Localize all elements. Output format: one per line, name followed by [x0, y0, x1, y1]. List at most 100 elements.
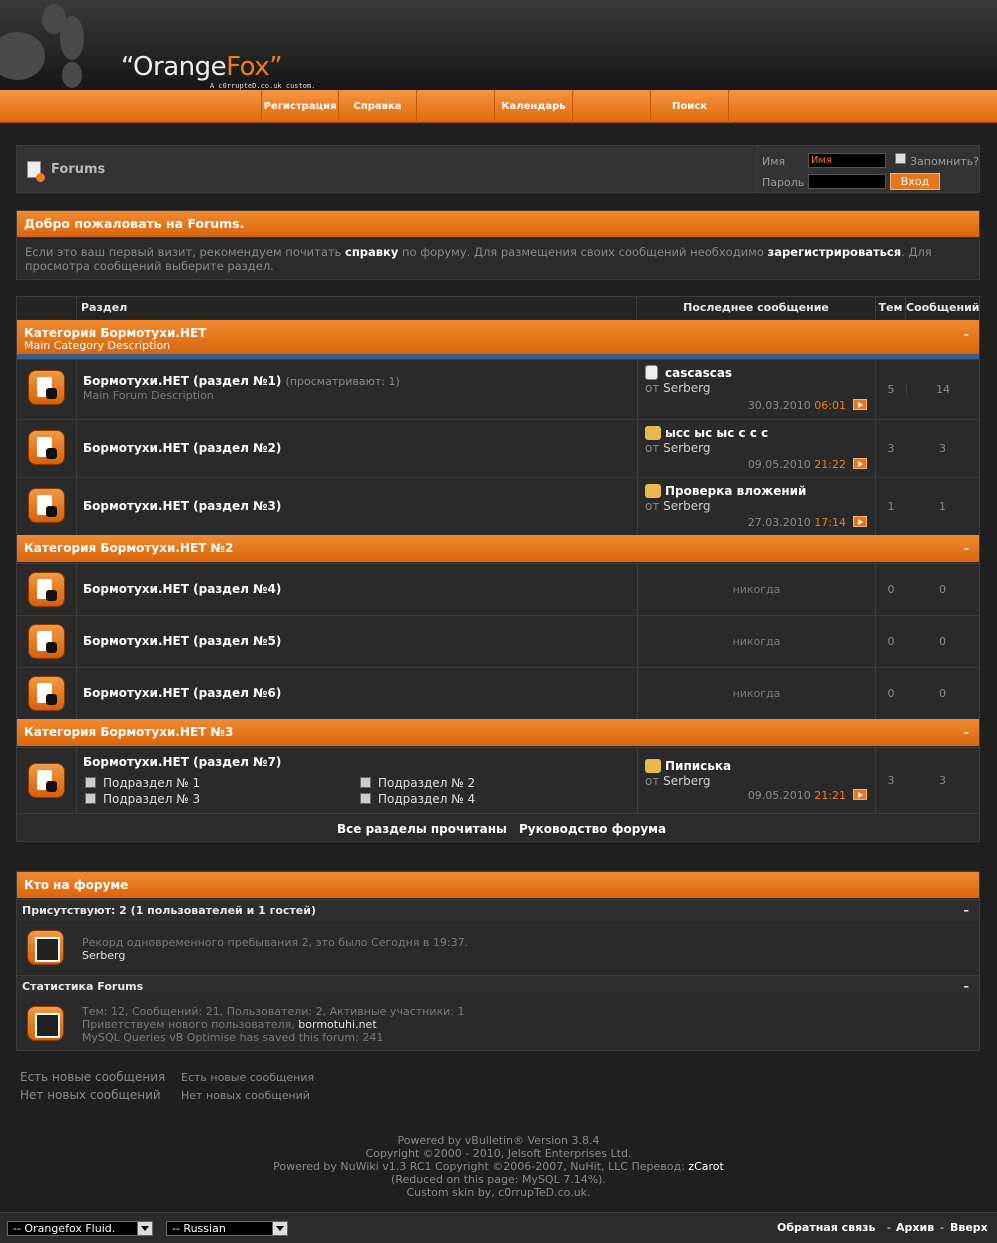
last-post-title[interactable]: Пиписька — [665, 759, 731, 773]
nav-register[interactable]: Регистрация — [261, 90, 339, 123]
category-header[interactable]: Категория Бормотухи.НЕТ Main Category De… — [17, 320, 979, 354]
legend-no-new-posts: Нет новых сообщений — [20, 1088, 161, 1102]
last-post-cell: ысс ыс ыс с с с от Serberg 09.05.2010 21… — [637, 420, 876, 477]
site-logo[interactable]: “OrangeFox” — [121, 52, 283, 82]
welcome-box: Добро пожаловать на Forums. Если это ваш… — [16, 210, 980, 280]
last-post-author[interactable]: Serberg — [663, 499, 710, 513]
last-post-author[interactable]: Serberg — [663, 774, 710, 788]
forum-thread-count: 0 — [887, 635, 895, 648]
subforum-link[interactable]: Подраздел № 2 — [360, 776, 475, 790]
last-post-title[interactable]: Проверка вложений — [665, 484, 806, 498]
category-description: Main Category Description — [24, 339, 171, 352]
navbar: Регистрация Справка Календарь Поиск — [0, 90, 997, 123]
username-input[interactable]: Имя — [808, 153, 886, 168]
by-prefix: от — [645, 499, 660, 513]
forum-row: Бормотухи.НЕТ (раздел №6) никогда 0 0 — [17, 667, 979, 719]
forum-title[interactable]: Бормотухи.НЕТ (раздел №5) — [83, 634, 281, 648]
translator-link[interactable]: zCarot — [688, 1160, 724, 1173]
category-title[interactable]: Категория Бормотухи.НЕТ №2 — [24, 541, 233, 555]
last-post-cell: cascascas от Serberg 30.03.2010 06:01 — [637, 360, 876, 418]
last-post-author[interactable]: Serberg — [663, 381, 710, 395]
forum-title[interactable]: Бормотухи.НЕТ (раздел №1) (просматривают… — [83, 374, 400, 388]
password-input[interactable] — [808, 174, 886, 189]
forum-title[interactable]: Бормотухи.НЕТ (раздел №7) — [83, 755, 281, 769]
forum-post-count: 1 — [939, 500, 946, 513]
mark-read-link[interactable]: Все разделы прочитаны — [337, 822, 507, 836]
forum-leaders-link[interactable]: Руководство форума — [519, 822, 666, 836]
legend-new-posts: Есть новые сообщения — [20, 1070, 166, 1084]
forum-home-icon — [27, 161, 45, 182]
register-link[interactable]: зарегистрироваться — [768, 245, 902, 259]
table-header-icon — [17, 297, 77, 319]
remember-label: Запомнить? — [910, 155, 980, 168]
forum-title[interactable]: Бормотухи.НЕТ (раздел №4) — [83, 582, 281, 596]
category-header[interactable]: Категория Бормотухи.НЕТ №2 – — [17, 535, 979, 562]
paw-toe-icon — [62, 62, 82, 88]
forum-title[interactable]: Бормотухи.НЕТ (раздел №6) — [83, 686, 281, 700]
forum-status-icon — [28, 430, 65, 465]
collapse-icon[interactable]: – — [964, 900, 970, 922]
chevron-down-icon[interactable] — [272, 1222, 287, 1235]
forum-post-count: 3 — [939, 442, 946, 455]
forum-row: Бормотухи.НЕТ (раздел №4) никогда 0 0 — [17, 563, 979, 615]
goto-last-post-icon[interactable] — [853, 399, 867, 410]
forum-title[interactable]: Бормотухи.НЕТ (раздел №2) — [83, 441, 281, 455]
last-post-never: никогда — [637, 564, 876, 615]
remember-checkbox[interactable] — [895, 153, 906, 164]
last-post-author[interactable]: Serberg — [663, 441, 710, 455]
forum-status-icon — [28, 572, 65, 607]
forum-title[interactable]: Бормотухи.НЕТ (раздел №3) — [83, 499, 281, 513]
login-button[interactable]: Вход — [890, 173, 940, 190]
nav-help[interactable]: Справка — [339, 90, 417, 123]
style-select[interactable]: -- Orangefox Fluid. — [7, 1221, 153, 1236]
forum-thread-count: 0 — [887, 583, 895, 596]
credit-line: (Reduced on this page: MySQL 7.14%). — [391, 1173, 606, 1186]
welcome-text: Если это ваш первый визит, рекомендуем п… — [25, 245, 932, 273]
contact-link[interactable]: Обратная связь — [777, 1221, 876, 1234]
collapse-icon[interactable]: – — [964, 328, 970, 342]
category-title[interactable]: Категория Бормотухи.НЕТ №3 — [24, 725, 233, 739]
forum-status-icon — [28, 624, 65, 659]
subforum-link[interactable]: Подраздел № 4 — [360, 792, 475, 806]
goto-last-post-icon[interactable] — [853, 516, 867, 527]
stats-header[interactable]: Статистика Forums – — [17, 975, 979, 997]
nav-empty[interactable] — [417, 90, 495, 123]
credit-line: Powered by NuWiki v1.3 RC1 Copyright ©20… — [273, 1160, 724, 1173]
subforum-link[interactable]: Подраздел № 1 — [85, 776, 200, 790]
category-title[interactable]: Категория Бормотухи.НЕТ — [24, 326, 979, 340]
credit-line: Custom skin by, c0rrupTeD.co.uk. — [406, 1186, 591, 1199]
page-title[interactable]: Forums — [51, 162, 105, 177]
last-post-date: 30.03.2010 06:01 — [747, 399, 846, 412]
last-post-title[interactable]: ысс ыс ыс с с с — [665, 426, 768, 440]
last-post-title[interactable]: cascascas — [665, 366, 732, 380]
help-link[interactable]: справку — [345, 245, 398, 259]
collapse-icon[interactable]: – — [964, 719, 970, 746]
goto-last-post-icon[interactable] — [853, 458, 867, 469]
forum-post-count: 14 — [906, 383, 979, 396]
top-link[interactable]: Вверх — [950, 1221, 988, 1234]
collapse-icon[interactable]: – — [964, 535, 970, 562]
online-user-link[interactable]: Serberg — [82, 949, 125, 962]
nav-search[interactable]: Поиск — [651, 90, 729, 123]
forum-row: Бормотухи.НЕТ (раздел №2) ысс ыс ыс с с … — [17, 419, 979, 477]
thumbs-up-icon — [645, 484, 661, 498]
language-select[interactable]: -- Russian — [166, 1221, 288, 1236]
collapse-icon[interactable]: – — [964, 976, 970, 998]
forum-post-count: 3 — [939, 774, 946, 787]
nav-calendar[interactable]: Календарь — [495, 90, 573, 123]
category-header[interactable]: Категория Бормотухи.НЕТ №3 – — [17, 719, 979, 746]
online-users-header[interactable]: Присутствуют: 2 (1 пользователей и 1 гос… — [17, 899, 979, 921]
goto-last-post-icon[interactable] — [853, 789, 867, 800]
archive-link[interactable]: Архив — [896, 1221, 934, 1234]
forum-row: Бормотухи.НЕТ (раздел №3) Проверка вложе… — [17, 477, 979, 535]
nav-empty[interactable] — [573, 90, 651, 123]
thumbs-up-icon — [645, 426, 661, 440]
whos-online-title[interactable]: Кто на форуме — [17, 872, 979, 898]
login-form: Имя Имя Запомнить? Пароль Вход — [757, 146, 981, 194]
forum-row: Бормотухи.НЕТ (раздел №5) никогда 0 0 — [17, 615, 979, 667]
chevron-down-icon[interactable] — [137, 1222, 152, 1235]
paw-toe-icon — [60, 16, 84, 60]
subforum-link[interactable]: Подраздел № 3 — [85, 792, 200, 806]
whos-online-box: Кто на форуме Присутствуют: 2 (1 пользов… — [16, 871, 980, 1051]
new-user-link[interactable]: bormotuhi.net — [298, 1018, 376, 1031]
